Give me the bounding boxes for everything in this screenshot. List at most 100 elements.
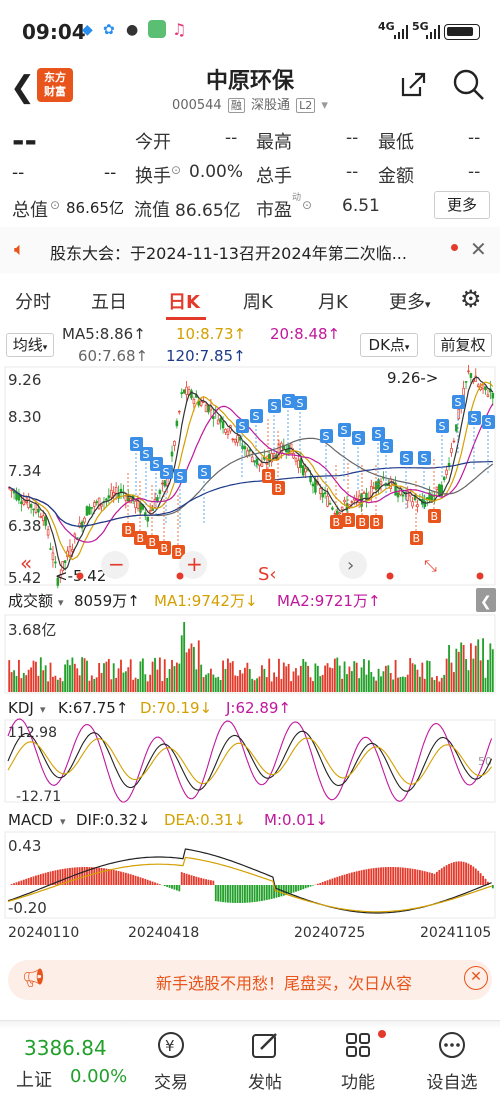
svg-text:B: B xyxy=(359,516,367,529)
svg-text:¥: ¥ xyxy=(165,1037,175,1055)
turnover-label: 换手 xyxy=(135,166,171,187)
dk-point-select[interactable]: DK点▾ xyxy=(360,333,418,357)
date-label-4: 20241105 xyxy=(420,925,491,941)
svg-text:B: B xyxy=(161,542,169,555)
svg-text:▾: ▾ xyxy=(60,815,66,828)
tab-intraday[interactable]: 分时 xyxy=(15,288,51,314)
post-icon[interactable] xyxy=(235,1030,295,1066)
max-price-marker: 9.26-> xyxy=(387,369,438,387)
kdj-axis-top: 112.98 xyxy=(8,725,57,741)
more-quote-button[interactable]: 更多 xyxy=(434,191,490,219)
signal-icon xyxy=(394,24,408,39)
add-watch-button[interactable]: 设自选 xyxy=(422,1068,482,1093)
svg-text:S: S xyxy=(285,395,292,408)
status-time: 09:04 xyxy=(22,20,86,44)
scroll-left-icon: « xyxy=(20,551,32,575)
svg-text:S: S xyxy=(383,440,390,453)
kdj-lines xyxy=(7,718,493,803)
post-button[interactable]: 发帖 xyxy=(235,1068,295,1093)
kdj-k: K:67.75↑ xyxy=(58,699,128,717)
banner-text: 新手选股不用愁！尾盘买，次日从容 xyxy=(156,974,413,993)
tab-five-day[interactable]: 五日 xyxy=(91,288,127,314)
volume-legend: 成交额 ▾ 8059万↑ MA1:9742万↓ MA2:9721万↑ ❮ xyxy=(8,588,496,612)
svg-text:S: S xyxy=(177,470,184,483)
svg-text:S: S xyxy=(471,412,478,425)
chevron-right-icon: › xyxy=(347,555,354,576)
app-notification-icon: ◆ xyxy=(82,22,93,38)
connect-tag: 深股通 xyxy=(250,98,290,113)
volume-axis-top: 3.68亿 xyxy=(8,621,56,639)
adjust-select[interactable]: 前复权 xyxy=(434,333,492,357)
search-icon xyxy=(453,69,484,100)
info-icon[interactable]: ⊙ xyxy=(50,198,60,212)
ma5-value: MA5:8.86↑ xyxy=(62,325,146,343)
volume-ma1: MA1:9742万↓ xyxy=(154,592,258,610)
notice-bar[interactable]: 🔈︎ 股东大会：于2024-11-13召开2024年第二次临... ✕ xyxy=(0,227,500,273)
macd-m: M:0.01↓ xyxy=(264,811,328,829)
svg-text:B: B xyxy=(413,532,421,545)
ma20-value: 20:8.48↑ xyxy=(270,325,341,343)
settings-gear-icon[interactable]: ⚙ xyxy=(460,285,482,313)
macd-label: MACD xyxy=(8,811,53,829)
svg-text:B: B xyxy=(373,516,381,529)
volume-value: 8059万↑ xyxy=(74,592,140,610)
turnover-value: 0.00% xyxy=(189,162,244,182)
index-value[interactable]: 3386.84 xyxy=(24,1036,107,1060)
add-watch-icon[interactable] xyxy=(422,1030,482,1066)
pe-value: 6.51 xyxy=(342,196,380,216)
svg-text:S: S xyxy=(375,428,382,441)
volume-bars xyxy=(8,622,494,692)
price-change-pct: -- xyxy=(104,163,117,183)
svg-text:S: S xyxy=(341,424,348,437)
pe-dynamic-sup: 动 xyxy=(292,193,302,203)
function-button[interactable]: 功能 xyxy=(328,1068,388,1093)
index-name: 上证 xyxy=(16,1070,52,1091)
svg-text:S: S xyxy=(271,400,278,413)
low-label: 最低 xyxy=(378,132,414,153)
kdj-d: D:70.19↓ xyxy=(140,699,212,717)
unread-dot xyxy=(451,244,458,251)
banner-close-icon[interactable]: ✕ xyxy=(464,966,488,990)
ma-mode-select[interactable]: 均线▾ xyxy=(6,333,54,357)
volume-value: -- xyxy=(346,162,359,182)
tab-daily-k[interactable]: 日K xyxy=(168,288,200,314)
last-price: -- xyxy=(12,124,37,159)
open-label: 今开 xyxy=(135,132,171,153)
margin-tag: 融 xyxy=(227,98,245,113)
stock-code: 000544 xyxy=(172,98,222,113)
kline-chart[interactable]: SSSS S SSSS S SS SS SSS SSSS SBB B B BBBB B B BBB 9.26… xyxy=(0,365,500,950)
ma120-value: 120:7.85↑ xyxy=(166,347,246,365)
info-icon[interactable]: ⊙ xyxy=(302,198,312,212)
tab-monthly-k[interactable]: 月K xyxy=(318,288,348,314)
mktcap-label: 总值 xyxy=(12,200,48,221)
float-value: 86.65亿 xyxy=(175,201,241,221)
svg-text:S: S xyxy=(201,466,208,479)
close-icon[interactable]: ✕ xyxy=(470,237,487,261)
price-axis-l4: 6.38 xyxy=(8,517,41,535)
svg-text:B: B xyxy=(149,536,157,549)
zoom-out-icon: − xyxy=(108,552,125,576)
svg-text:S: S xyxy=(355,432,362,445)
kdj-label: KDJ xyxy=(8,699,34,717)
kdj-j: J:62.89↑ xyxy=(225,699,291,717)
svg-text:S: S xyxy=(163,466,170,479)
svg-text:S: S xyxy=(403,452,410,465)
tab-weekly-k[interactable]: 周K xyxy=(243,288,273,314)
level2-tag: L2 xyxy=(296,98,316,113)
macd-histogram xyxy=(7,848,494,914)
promo-banner[interactable]: 📢︎ 新手选股不用愁！尾盘买，次日从容 ✕ xyxy=(8,960,492,1000)
svg-text:B: B xyxy=(275,482,283,495)
status-bar: 09:04 ◆ ✿ ● ♫ 4G 5G xyxy=(0,0,500,62)
high-label: 最高 xyxy=(256,132,292,153)
info-icon[interactable]: ⊙ xyxy=(171,163,181,177)
trade-button[interactable]: 交易 xyxy=(141,1068,201,1093)
active-tab-indicator xyxy=(166,317,206,320)
price-axis-l3: 7.34 xyxy=(8,462,41,480)
search-button[interactable] xyxy=(452,68,486,102)
share-button[interactable] xyxy=(398,70,428,100)
open-value: -- xyxy=(225,128,238,148)
tab-more[interactable]: 更多▾ xyxy=(389,288,431,314)
svg-text:B: B xyxy=(431,510,439,523)
trade-icon[interactable]: ¥ xyxy=(141,1030,201,1066)
mktcap-value: 86.65亿 xyxy=(66,199,124,217)
